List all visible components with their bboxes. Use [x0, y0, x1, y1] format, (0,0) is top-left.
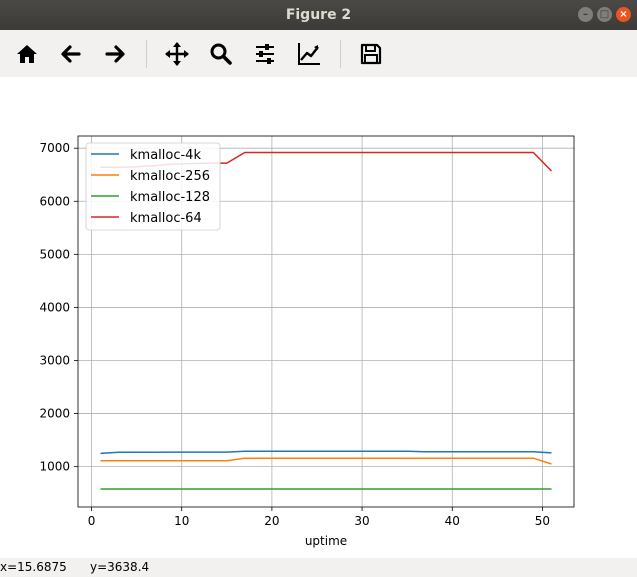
edit-axis-icon[interactable] [293, 38, 325, 70]
y-tick-label: 2000 [39, 407, 70, 421]
zoom-icon[interactable] [205, 38, 237, 70]
y-tick-label: 6000 [39, 194, 70, 208]
x-tick-label: 30 [354, 514, 369, 528]
toolbar-separator [146, 40, 147, 68]
x-tick-label: 20 [264, 514, 279, 528]
legend-label: kmalloc-64 [130, 211, 202, 226]
configure-subplots-icon[interactable] [249, 38, 281, 70]
window-controls: – □ × [578, 7, 631, 22]
save-icon[interactable] [355, 38, 387, 70]
status-bar: x=15.6875 y=3638.4 [0, 558, 637, 577]
x-tick-label: 50 [535, 514, 550, 528]
window-title: Figure 2 [285, 7, 352, 23]
x-coordinate-readout: x=15.6875 [0, 560, 67, 574]
close-icon[interactable]: × [616, 7, 631, 22]
x-axis-label: uptime [305, 534, 347, 548]
navigation-toolbar [0, 30, 637, 78]
x-tick-label: 0 [88, 514, 96, 528]
minimize-icon[interactable]: – [578, 7, 593, 22]
y-tick-label: 1000 [39, 460, 70, 474]
forward-arrow-icon[interactable] [99, 38, 131, 70]
toolbar-separator [340, 40, 341, 68]
legend-label: kmalloc-256 [130, 169, 210, 184]
legend-label: kmalloc-128 [130, 190, 210, 205]
window-titlebar: Figure 2 – □ × [0, 0, 637, 30]
legend-label: kmalloc-4k [130, 148, 201, 163]
x-tick-label: 10 [174, 514, 189, 528]
back-arrow-icon[interactable] [55, 38, 87, 70]
y-tick-label: 7000 [39, 141, 70, 155]
y-coordinate-readout: y=3638.4 [90, 560, 150, 574]
y-tick-label: 5000 [39, 247, 70, 261]
y-tick-label: 4000 [39, 300, 70, 314]
x-tick-label: 40 [445, 514, 460, 528]
legend: kmalloc-4k kmalloc-256 kmalloc-128 kmalloc-… [85, 142, 221, 231]
line-chart: 0 10 20 30 40 50 1000 2000 3000 4000 5000 6000 7000 u… [39, 135, 575, 548]
figure-canvas[interactable]: 0 10 20 30 40 50 1000 2000 3000 4000 5000 6000 7000 u… [0, 77, 637, 558]
pan-icon[interactable] [161, 38, 193, 70]
maximize-icon[interactable]: □ [597, 7, 612, 22]
y-tick-label: 3000 [39, 354, 70, 368]
home-icon[interactable] [11, 38, 43, 70]
